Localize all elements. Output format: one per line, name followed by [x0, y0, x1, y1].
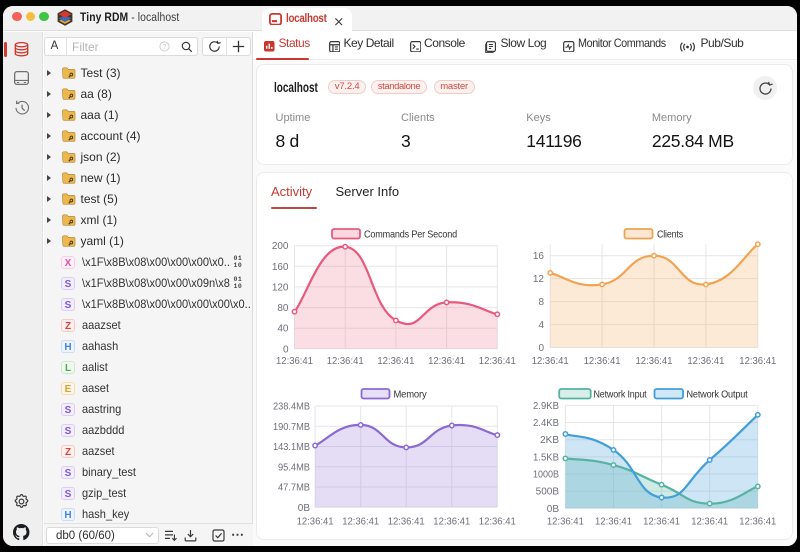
- svg-text:?: ?: [162, 44, 166, 51]
